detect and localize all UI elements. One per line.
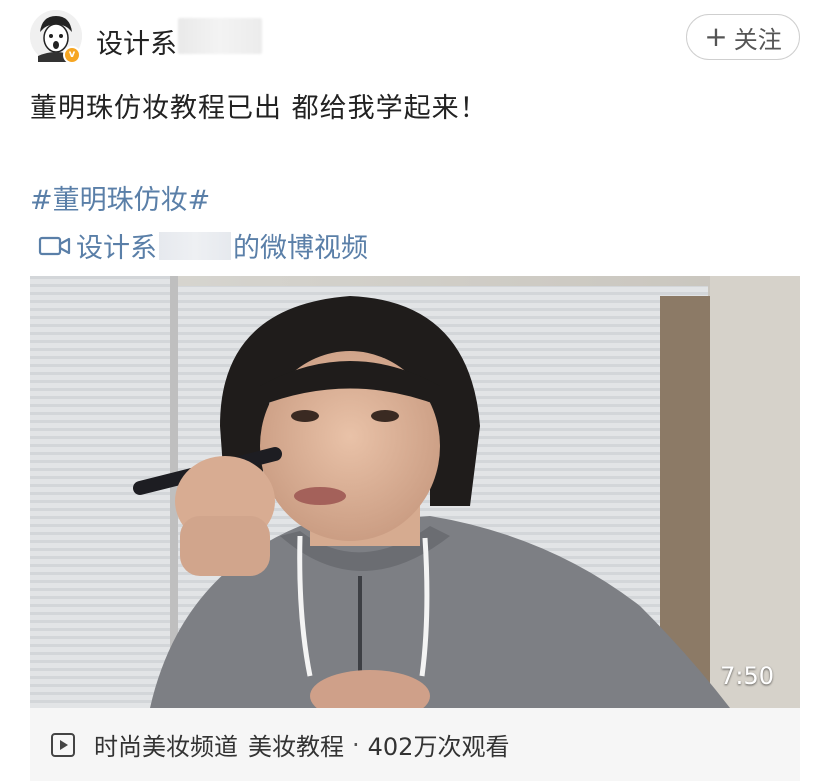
username[interactable]: 设计系 — [96, 22, 177, 61]
post-text: 董明珠仿妆教程已出 都给我学起来！ — [30, 93, 488, 124]
video-play-area[interactable] — [30, 276, 800, 708]
hashtag-link[interactable]: #董明珠仿妆# — [30, 178, 210, 217]
weibo-post: v 设计系 + 关注 董明珠仿妆教程已出 都给我学起来！ #董明珠仿妆# 设计系… — [0, 0, 830, 781]
play-square-icon — [50, 732, 76, 758]
plus-icon: + — [704, 20, 728, 53]
separator-dot: · — [352, 730, 360, 759]
video-duration: 7:50 — [720, 662, 774, 690]
video-player[interactable]: 7:50 — [30, 276, 800, 708]
category-name: 美妆教程 — [248, 733, 344, 761]
follow-label: 关注 — [733, 25, 782, 54]
redacted-name-mask — [178, 18, 262, 54]
video-link-prefix: 设计系 — [76, 233, 157, 264]
video-source-link[interactable]: 设计系 的微博视频 — [38, 226, 368, 265]
redacted-name-mask — [159, 231, 231, 260]
video-link-suffix: 的微博视频 — [233, 233, 368, 264]
channel-name: 时尚美妆频道 — [94, 733, 238, 761]
verified-badge-icon: v — [63, 46, 81, 64]
view-count: 402万次观看 — [367, 733, 510, 761]
follow-button[interactable]: + 关注 — [686, 14, 800, 60]
video-info-bar[interactable]: 时尚美妆频道 美妆教程 · 402万次观看 — [30, 708, 800, 781]
video-camera-icon — [38, 234, 72, 258]
